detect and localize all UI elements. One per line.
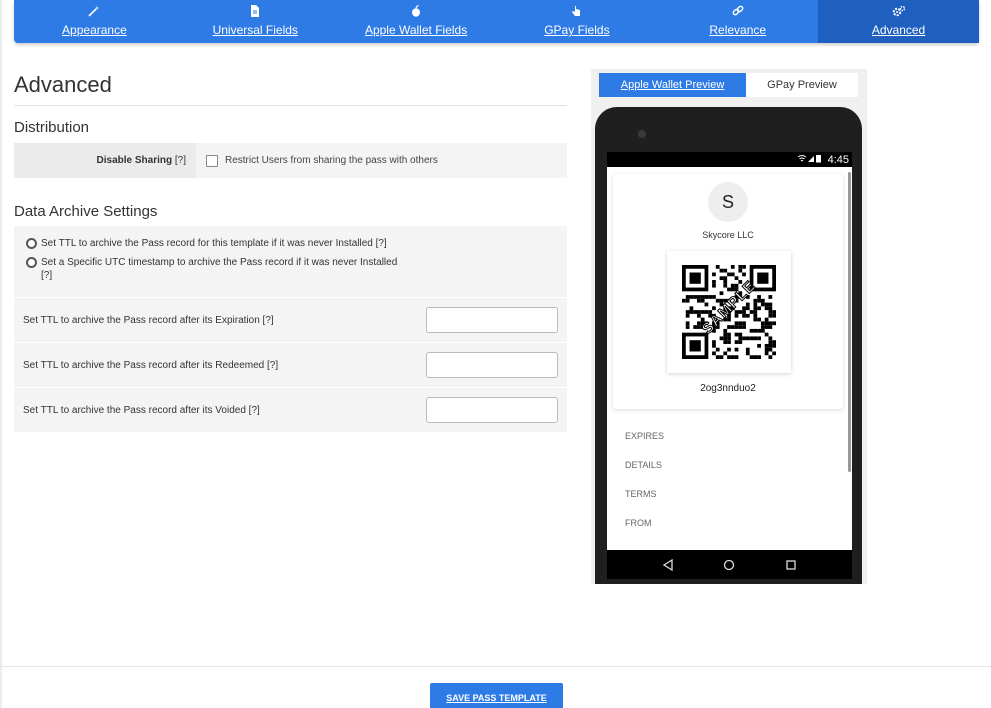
- status-bar: 4:45: [607, 152, 852, 167]
- tab-label: Apple Wallet Fields: [364, 23, 468, 37]
- organization-name: Skycore LLC: [702, 230, 754, 240]
- pointer-icon: [571, 4, 582, 18]
- top-tab-bar: Appearance Universal Fields Apple Wallet…: [14, 0, 979, 43]
- help-link[interactable]: [?]: [175, 155, 186, 166]
- ttl-redeemed-input[interactable]: [426, 352, 558, 378]
- archive-ttl-radio[interactable]: [26, 238, 37, 249]
- left-border: [0, 0, 2, 708]
- restrict-sharing-option[interactable]: Restrict Users from sharing the pass wit…: [196, 143, 438, 178]
- tab-advanced[interactable]: Advanced: [818, 0, 979, 43]
- gears-icon: [892, 4, 906, 18]
- tab-label: Advanced: [871, 23, 926, 37]
- disable-sharing-row: Disable Sharing [?] Restrict Users from …: [14, 143, 567, 178]
- tab-apple-wallet-fields[interactable]: Apple Wallet Fields: [336, 0, 497, 43]
- pass-card: S Skycore LLC SAMPLE 2og3nnduo2: [613, 174, 843, 409]
- qr-code: SAMPLE: [667, 251, 791, 373]
- home-icon[interactable]: [723, 559, 735, 571]
- back-icon[interactable]: [662, 558, 674, 571]
- camera-icon: [638, 130, 646, 138]
- page: Appearance Universal Fields Apple Wallet…: [0, 0, 991, 708]
- recents-icon[interactable]: [785, 559, 797, 571]
- tab-appearance[interactable]: Appearance: [14, 0, 175, 43]
- distribution-heading: Distribution: [14, 119, 90, 136]
- tab-label: Appearance: [62, 23, 127, 37]
- restrict-sharing-label: Restrict Users from sharing the pass wit…: [225, 155, 438, 166]
- ttl-redeemed-row: Set TTL to archive the Pass record after…: [14, 343, 567, 387]
- magic-wand-icon: [88, 4, 100, 18]
- tab-universal-fields[interactable]: Universal Fields: [175, 0, 336, 43]
- phone-frame: 4:45 S Skycore LLC SAMPLE 2og3nnduo2 EXP…: [595, 107, 862, 584]
- field-expires: EXPIRES: [625, 431, 665, 441]
- footer-divider: [0, 666, 991, 667]
- disable-sharing-label: Disable Sharing [?]: [14, 143, 196, 178]
- tab-relevance[interactable]: Relevance: [657, 0, 818, 43]
- screen-scrollbar[interactable]: [848, 172, 851, 472]
- ttl-expiration-row: Set TTL to archive the Pass record after…: [14, 298, 567, 342]
- barcode-text: 2og3nnduo2: [700, 383, 756, 394]
- ttl-voided-input[interactable]: [426, 397, 558, 423]
- tab-label: Relevance: [709, 23, 767, 37]
- document-icon: [250, 4, 260, 18]
- link-icon: [732, 4, 744, 18]
- archive-ttl-label: Set TTL to archive the Pass record for t…: [41, 238, 387, 249]
- data-archive-heading: Data Archive Settings: [14, 203, 158, 220]
- page-title: Advanced: [14, 72, 112, 97]
- disable-sharing-text: Disable Sharing: [96, 155, 173, 166]
- archive-timestamp-label: Set a Specific UTC timestamp to archive …: [41, 257, 398, 281]
- pass-preview-panel: Apple Wallet Preview GPay Preview 4:45 S…: [591, 69, 867, 584]
- archive-timestamp-option[interactable]: Set a Specific UTC timestamp to archive …: [26, 256, 567, 282]
- tab-label: Universal Fields: [212, 23, 298, 37]
- restrict-sharing-checkbox[interactable]: [206, 154, 218, 167]
- tab-apple-wallet-preview[interactable]: Apple Wallet Preview: [599, 73, 746, 97]
- tab-label: GPay Fields: [544, 23, 610, 37]
- avatar: S: [708, 182, 748, 222]
- tab-gpay-preview[interactable]: GPay Preview: [746, 73, 858, 97]
- ttl-expiration-input[interactable]: [426, 307, 558, 333]
- archive-ttl-option[interactable]: Set TTL to archive the Pass record for t…: [26, 237, 567, 250]
- save-pass-template-button[interactable]: SAVE PASS TEMPLATE: [430, 683, 563, 708]
- phone-nav-bar: [607, 550, 852, 579]
- ttl-voided-label: Set TTL to archive the Pass record after…: [23, 404, 260, 416]
- phone-screen: 4:45 S Skycore LLC SAMPLE 2og3nnduo2 EXP…: [607, 152, 852, 550]
- ttl-redeemed-label: Set TTL to archive the Pass record after…: [23, 359, 279, 371]
- archive-timestamp-radio[interactable]: [26, 257, 37, 268]
- field-terms: TERMS: [625, 489, 657, 499]
- apple-icon: [411, 4, 421, 18]
- title-divider: [14, 105, 567, 106]
- field-from: FROM: [625, 518, 652, 528]
- field-details: DETAILS: [625, 460, 662, 470]
- tab-gpay-fields[interactable]: GPay Fields: [496, 0, 657, 43]
- status-time: 4:45: [827, 153, 849, 166]
- signal-battery-icon: [797, 154, 825, 165]
- ttl-expiration-label: Set TTL to archive the Pass record after…: [23, 314, 274, 326]
- archive-mode-group: Set TTL to archive the Pass record for t…: [14, 226, 567, 297]
- ttl-voided-row: Set TTL to archive the Pass record after…: [14, 388, 567, 432]
